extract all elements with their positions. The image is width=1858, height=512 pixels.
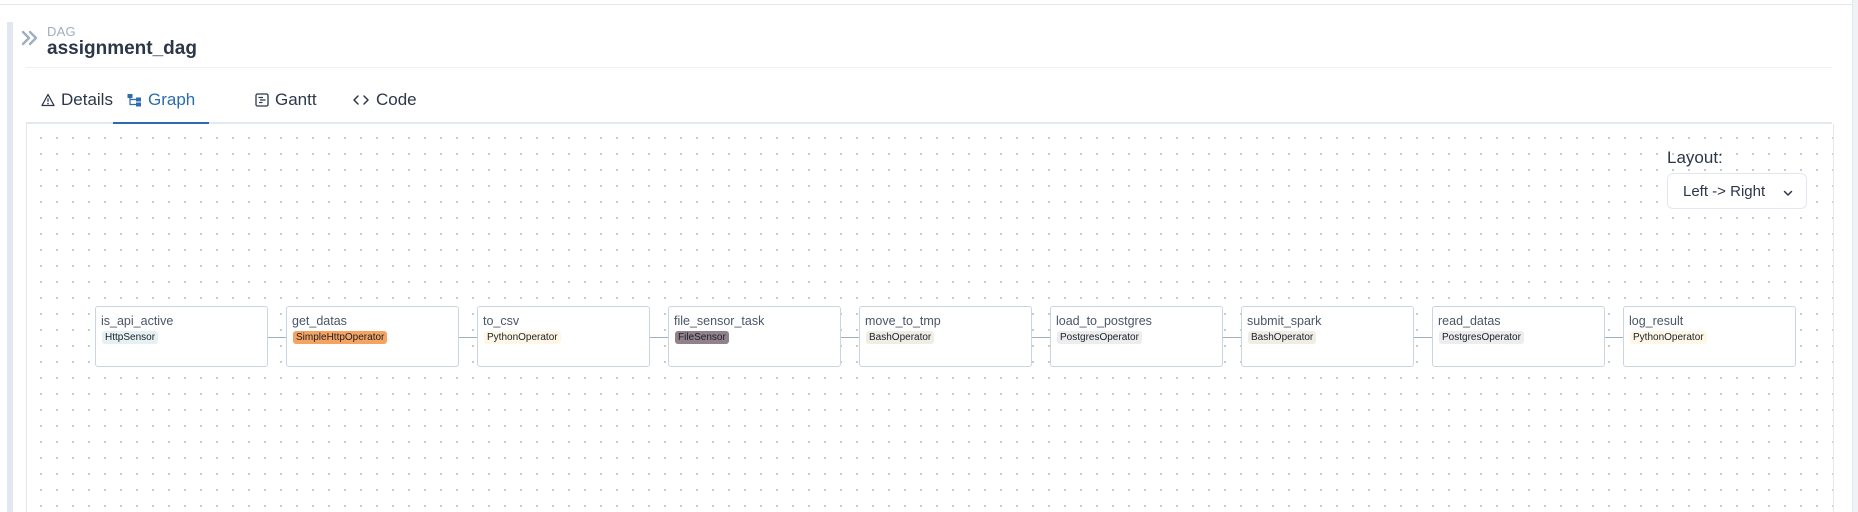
chevron-down-icon bbox=[1782, 186, 1794, 203]
tab-details[interactable]: Details bbox=[41, 78, 113, 122]
task-node-get-datas[interactable]: get_datas SimpleHttpOperator bbox=[286, 306, 459, 367]
task-id-label: get_datas bbox=[292, 314, 347, 328]
task-id-label: read_datas bbox=[1438, 314, 1501, 328]
tab-gantt[interactable]: Gantt bbox=[255, 78, 317, 122]
graph-edge bbox=[1032, 337, 1050, 338]
task-node-load-to-postgres[interactable]: load_to_postgres PostgresOperator bbox=[1050, 306, 1223, 367]
layout-select[interactable]: Left -> Right bbox=[1667, 173, 1807, 209]
layout-select-value: Left -> Right bbox=[1683, 182, 1766, 200]
task-id-label: is_api_active bbox=[101, 314, 174, 328]
warning-triangle-icon bbox=[41, 93, 55, 107]
gantt-icon bbox=[255, 93, 269, 107]
task-node-move-to-tmp[interactable]: move_to_tmp BashOperator bbox=[859, 306, 1032, 367]
operator-badge: HttpSensor bbox=[102, 331, 159, 344]
tab-graph[interactable]: Graph bbox=[113, 78, 210, 124]
graph-edge bbox=[268, 337, 286, 338]
tab-label: Graph bbox=[148, 90, 196, 109]
graph-edge bbox=[1223, 337, 1241, 338]
code-icon bbox=[352, 93, 370, 107]
layout-label: Layout: bbox=[1667, 148, 1723, 167]
tab-label: Code bbox=[376, 90, 417, 109]
task-id-label: load_to_postgres bbox=[1056, 314, 1152, 328]
operator-badge: PostgresOperator bbox=[1439, 331, 1524, 344]
task-id-label: move_to_tmp bbox=[865, 314, 941, 328]
operator-badge: BashOperator bbox=[866, 331, 935, 344]
graph-edge bbox=[650, 337, 668, 338]
tab-code[interactable]: Code bbox=[352, 78, 417, 122]
graph-icon bbox=[127, 93, 142, 107]
operator-badge: BashOperator bbox=[1248, 331, 1317, 344]
top-rule bbox=[0, 0, 1858, 5]
scrollbar[interactable] bbox=[1852, 0, 1858, 512]
operator-badge: PostgresOperator bbox=[1057, 331, 1142, 344]
task-id-label: log_result bbox=[1629, 314, 1684, 328]
task-node-submit-spark[interactable]: submit_spark BashOperator bbox=[1241, 306, 1414, 367]
operator-badge: PythonOperator bbox=[484, 331, 561, 344]
task-node-is-api-active[interactable]: is_api_active HttpSensor bbox=[95, 306, 268, 367]
task-node-to-csv[interactable]: to_csv PythonOperator bbox=[477, 306, 650, 367]
graph-edge bbox=[459, 337, 477, 338]
operator-badge: FileSensor bbox=[675, 331, 729, 344]
breadcrumb-kicker: DAG bbox=[47, 24, 76, 39]
task-id-label: to_csv bbox=[483, 314, 520, 328]
graph-edge bbox=[1605, 337, 1623, 338]
graph-edge bbox=[1414, 337, 1432, 338]
double-chevron-right-icon[interactable] bbox=[20, 28, 40, 48]
tab-label: Details bbox=[61, 90, 113, 109]
operator-badge: PythonOperator bbox=[1630, 331, 1707, 344]
tab-bar: Details Graph Gantt Code bbox=[26, 78, 1832, 124]
header-divider bbox=[26, 67, 1832, 68]
task-node-read-datas[interactable]: read_datas PostgresOperator bbox=[1432, 306, 1605, 367]
sidebar-rail bbox=[7, 22, 13, 512]
task-id-label: submit_spark bbox=[1247, 314, 1322, 328]
tab-label: Gantt bbox=[275, 90, 317, 109]
page-title: assignment_dag bbox=[47, 38, 197, 59]
graph-edge bbox=[841, 337, 859, 338]
task-node-log-result[interactable]: log_result PythonOperator bbox=[1623, 306, 1796, 367]
task-node-file-sensor-task[interactable]: file_sensor_task FileSensor bbox=[668, 306, 841, 367]
operator-badge: SimpleHttpOperator bbox=[293, 331, 388, 344]
task-id-label: file_sensor_task bbox=[674, 314, 765, 328]
